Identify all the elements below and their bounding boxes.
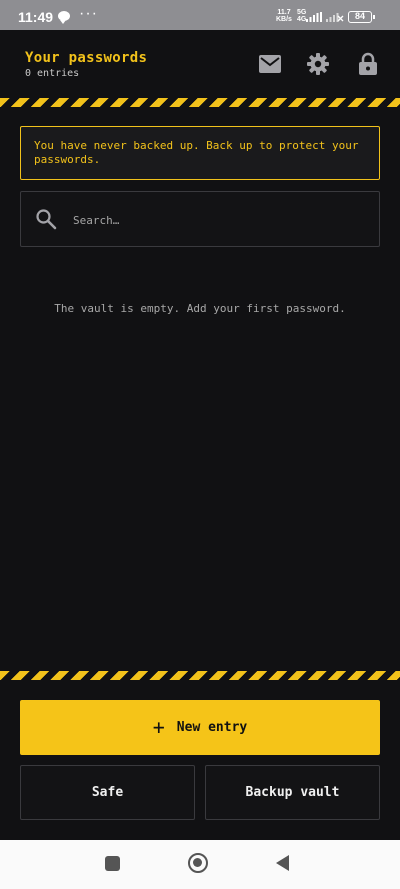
network-type-4g: 4G: [297, 16, 307, 23]
status-bar: 11:49 ··· 11.7 KB/s 5G 4G 84: [0, 0, 400, 30]
network-type: 5G 4G: [297, 9, 306, 23]
backup-vault-label: Backup vault: [245, 785, 340, 800]
network-speed-unit: KB/s: [276, 16, 292, 23]
mail-button[interactable]: [257, 51, 283, 77]
backup-vault-button[interactable]: Backup vault: [205, 765, 380, 820]
message-notification-icon: [58, 11, 70, 24]
app-header: Your passwords 0 entries: [0, 30, 400, 96]
signal-strength-icon: [306, 12, 322, 22]
hazard-stripe-top: [0, 98, 400, 107]
plus-icon: +: [152, 714, 165, 739]
settings-icon: [307, 53, 329, 75]
safe-label: Safe: [91, 785, 124, 800]
network-speed-value: 11.7: [277, 9, 291, 16]
new-entry-button[interactable]: + New entry: [20, 700, 380, 755]
mail-icon: [259, 55, 281, 73]
network-speed: 11.7 KB/s: [276, 9, 292, 23]
lock-icon: [359, 52, 377, 75]
system-nav-bar: [0, 840, 400, 889]
more-notifications-icon: ···: [79, 5, 98, 22]
signal-strength-2-icon: [326, 13, 344, 22]
page-title: Your passwords: [25, 50, 148, 66]
new-entry-label: New entry: [176, 720, 248, 735]
backup-warning: You have never backed up. Back up to pro…: [20, 126, 380, 180]
lock-button[interactable]: [355, 51, 381, 77]
hazard-stripe-bottom: [0, 671, 400, 680]
settings-button[interactable]: [305, 51, 331, 77]
network-type-5g: 5G: [297, 9, 307, 16]
search-input[interactable]: [73, 209, 363, 231]
back-icon[interactable]: [276, 855, 289, 871]
safe-button[interactable]: Safe: [20, 765, 195, 820]
search-icon: [36, 209, 57, 230]
battery-icon: 84: [348, 11, 375, 23]
search-box: [20, 191, 380, 247]
clock: 11:49: [18, 9, 54, 25]
home-icon[interactable]: [188, 853, 208, 873]
recent-apps-icon[interactable]: [105, 856, 120, 871]
entry-count: 0 entries: [25, 68, 80, 79]
empty-state-message: The vault is empty. Add your first passw…: [54, 302, 346, 315]
backup-warning-text: You have never backed up. Back up to pro…: [34, 139, 359, 166]
